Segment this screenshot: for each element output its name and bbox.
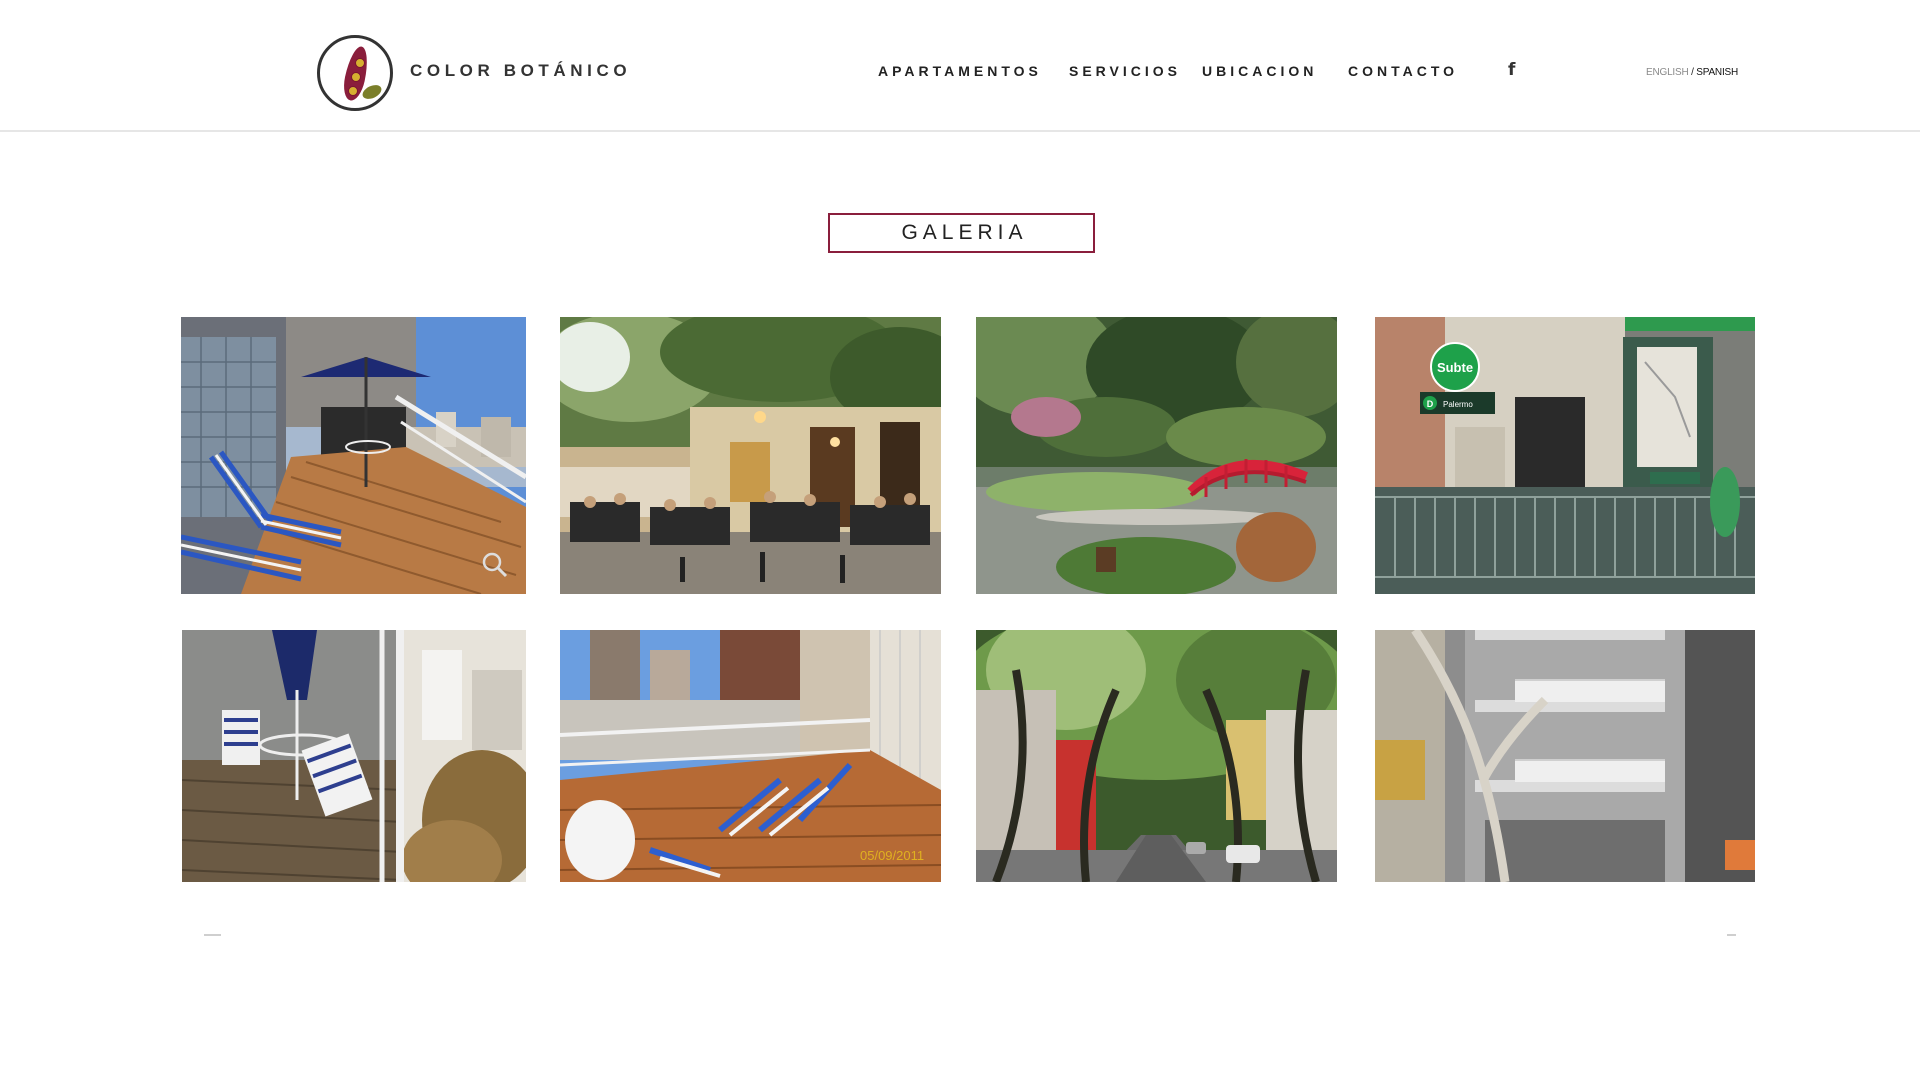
gallery-thumb-street-cafe[interactable] (560, 317, 941, 594)
nav-ubicacion[interactable]: UBICACION (1202, 63, 1317, 79)
gallery-thumb-subte-station[interactable]: Subte D Palermo (1375, 317, 1755, 594)
gallery-thumb-japanese-garden[interactable] (976, 317, 1337, 594)
street-cafe-photo (560, 317, 941, 594)
language-switcher: ENGLISH / SPANISH (1646, 67, 1738, 78)
brand-name[interactable]: COLOR BOTÁNICO (410, 61, 631, 81)
subte-station-photo: Subte D Palermo (1375, 317, 1755, 594)
site-header: COLOR BOTÁNICO APARTAMENTOS SERVICIOS UB… (0, 0, 1920, 132)
nav-apartamentos[interactable]: APARTAMENTOS (878, 63, 1042, 79)
nav-servicios[interactable]: SERVICIOS (1069, 63, 1181, 79)
terrace-loungers-photo: 05/09/2011 (560, 630, 941, 882)
subte-sign-text: Subte (1437, 360, 1473, 375)
gallery-prev-indicator[interactable] (204, 934, 221, 936)
lang-english-link[interactable]: ENGLISH (1646, 67, 1689, 78)
logo-seed (351, 72, 361, 82)
photo-date-stamp: 05/09/2011 (860, 848, 924, 863)
gallery-thumb-tree-lined-street[interactable] (976, 630, 1337, 882)
logo-stem (360, 82, 384, 102)
gallery-title: GALERIA (828, 213, 1095, 253)
nav-contacto[interactable]: CONTACTO (1348, 63, 1458, 79)
subte-station-name: Palermo (1443, 400, 1473, 409)
tree-lined-street-photo (976, 630, 1337, 882)
gallery-thumb-balcony-chairs[interactable] (182, 630, 526, 882)
gallery-thumb-rooftop-terrace[interactable] (181, 317, 526, 594)
gallery-thumb-terrace-loungers[interactable]: 05/09/2011 (560, 630, 941, 882)
balcony-chairs-photo (182, 630, 526, 882)
logo-seed (348, 86, 358, 96)
facebook-icon[interactable]: f (1508, 60, 1515, 80)
subte-line-badge: D (1427, 399, 1434, 409)
gallery-thumb-building-facade[interactable] (1375, 630, 1755, 882)
rooftop-terrace-photo (181, 317, 526, 594)
building-facade-photo (1375, 630, 1755, 882)
logo-seed (355, 58, 365, 68)
zoom-magnifier-icon[interactable] (482, 552, 508, 578)
japanese-garden-photo (976, 317, 1337, 594)
brand-logo-icon[interactable] (317, 35, 393, 111)
lang-spanish-link[interactable]: SPANISH (1696, 67, 1738, 78)
gallery-next-indicator[interactable] (1727, 934, 1736, 936)
